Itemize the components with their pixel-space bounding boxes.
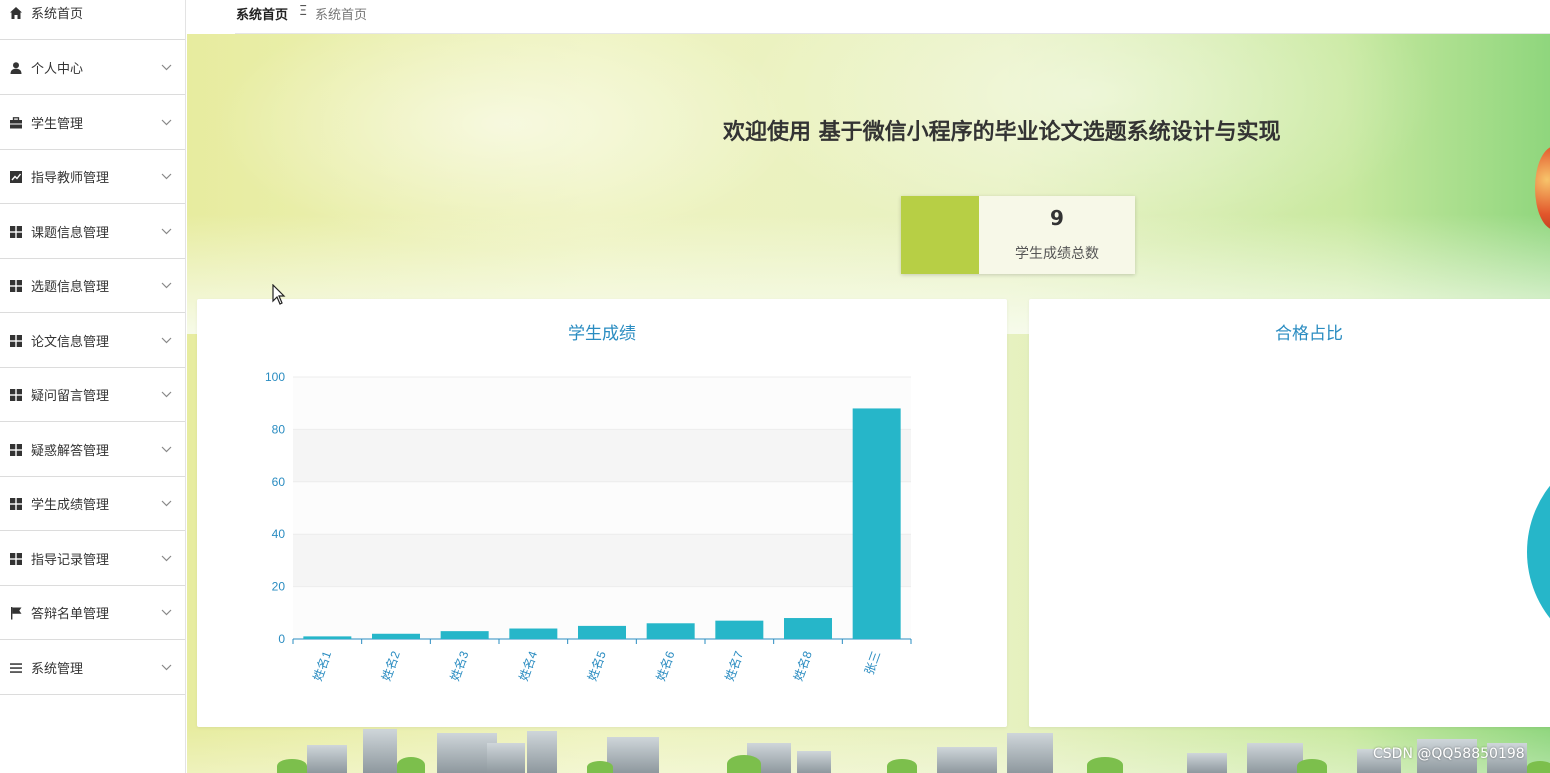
x-tick-label: 姓名7 bbox=[722, 649, 747, 683]
pie-chart-card: 合格占比 是 bbox=[1029, 299, 1550, 727]
x-tick-label: 姓名6 bbox=[653, 649, 678, 683]
sidebar: 系统首页个人中心学生管理指导教师管理 课题信息管理 选题信息管理 论文信息管理 疑问留言… bbox=[0, 0, 186, 773]
grid-band bbox=[293, 534, 911, 587]
sidebar-item-label: 学生成绩管理 bbox=[31, 498, 110, 513]
bar[interactable] bbox=[372, 633, 420, 639]
flag-icon bbox=[9, 606, 23, 620]
x-tick-label: 张三 bbox=[862, 649, 883, 676]
bar[interactable] bbox=[646, 623, 695, 639]
bar[interactable] bbox=[852, 408, 901, 639]
chevron-down-icon bbox=[160, 553, 172, 565]
sidebar-item-10[interactable]: 指导记录管理 bbox=[0, 532, 185, 586]
sidebar-item-7[interactable]: 疑问留言管理 bbox=[0, 368, 185, 422]
chevron-down-icon bbox=[160, 444, 172, 456]
sidebar-item-11[interactable]: 答辩名单管理 bbox=[0, 586, 185, 640]
bar[interactable] bbox=[784, 618, 832, 639]
grid-icon bbox=[9, 443, 23, 457]
stat-value: 9 bbox=[1050, 206, 1064, 230]
sidebar-item-label: 系统首页 bbox=[31, 7, 84, 22]
sidebar-item-label: 疑惑解答管理 bbox=[31, 444, 110, 459]
sidebar-item-0[interactable]: 系统首页 bbox=[0, 0, 185, 40]
y-tick-label: 20 bbox=[272, 580, 286, 594]
sidebar-item-2[interactable]: 学生管理 bbox=[0, 96, 185, 150]
y-tick-label: 80 bbox=[272, 422, 286, 436]
grid-icon bbox=[9, 279, 23, 293]
sidebar-item-12[interactable]: 系统管理 bbox=[0, 641, 185, 695]
menu-icon bbox=[9, 661, 23, 675]
bar-chart-card: 学生成绩 0 20 40 60 80 100 姓名1 姓名2 姓名3 姓名4 姓名5 姓名6 姓名7 姓名… bbox=[197, 299, 1007, 727]
grid-icon bbox=[9, 552, 23, 566]
bar[interactable] bbox=[440, 631, 489, 639]
grid-band bbox=[293, 481, 911, 535]
sidebar-item-1[interactable]: 个人中心 bbox=[0, 41, 185, 95]
city-skyline-image bbox=[187, 727, 1550, 773]
grid-icon bbox=[9, 334, 23, 348]
sidebar-item-6[interactable]: 论文信息管理 bbox=[0, 314, 185, 368]
chart-line-icon bbox=[9, 170, 23, 184]
chevron-down-icon bbox=[160, 498, 172, 510]
x-tick-label: 姓名8 bbox=[790, 649, 815, 683]
x-tick-label: 姓名2 bbox=[378, 649, 403, 683]
x-tick-label: 姓名3 bbox=[447, 649, 472, 683]
sidebar-item-3[interactable]: 指导教师管理 bbox=[0, 150, 185, 204]
sidebar-item-label: 疑问留言管理 bbox=[31, 389, 110, 404]
sidebar-item-5[interactable]: 选题信息管理 bbox=[0, 259, 185, 313]
sidebar-item-label: 系统管理 bbox=[31, 662, 84, 677]
pie-chart: 是 bbox=[1527, 445, 1550, 659]
y-tick-label: 40 bbox=[272, 527, 286, 541]
chevron-down-icon bbox=[160, 62, 172, 74]
bar[interactable] bbox=[509, 628, 558, 639]
chevron-down-icon bbox=[160, 171, 172, 183]
x-tick-label: 姓名1 bbox=[310, 649, 335, 683]
home-icon bbox=[9, 6, 23, 20]
y-tick-label: 100 bbox=[265, 370, 285, 384]
bar-chart: 0 20 40 60 80 100 姓名1 姓名2 姓名3 姓名4 姓名5 姓名6 姓名7 姓名8 张三 bbox=[265, 370, 912, 683]
pie-slice[interactable] bbox=[1527, 445, 1550, 659]
sidebar-item-label: 答辩名单管理 bbox=[31, 607, 110, 622]
briefcase-icon bbox=[9, 116, 23, 130]
sidebar-item-9[interactable]: 学生成绩管理 bbox=[0, 477, 185, 531]
chevron-down-icon bbox=[160, 607, 172, 619]
grid-icon bbox=[9, 225, 23, 239]
stat-color-block bbox=[901, 196, 979, 274]
mouse-cursor-icon bbox=[272, 284, 286, 305]
bar[interactable] bbox=[303, 636, 352, 639]
welcome-title: 欢迎使用 基于微信小程序的毕业论文选题系统设计与实现 bbox=[723, 120, 1281, 145]
chevron-down-icon bbox=[160, 389, 172, 401]
watermark: CSDN @QQ58850198 bbox=[1373, 746, 1525, 762]
x-tick-label: 姓名5 bbox=[584, 649, 609, 683]
grid-band bbox=[293, 429, 911, 482]
chevron-down-icon bbox=[160, 662, 172, 674]
chevron-down-icon bbox=[160, 280, 172, 292]
bar[interactable] bbox=[578, 625, 626, 639]
sidebar-item-label: 选题信息管理 bbox=[31, 280, 110, 295]
chevron-down-icon bbox=[160, 335, 172, 347]
sidebar-item-4[interactable]: 课题信息管理 bbox=[0, 205, 185, 259]
sidebar-item-label: 课题信息管理 bbox=[31, 226, 110, 241]
y-tick-label: 0 bbox=[278, 632, 285, 646]
grid-icon bbox=[9, 388, 23, 402]
bar[interactable] bbox=[715, 620, 764, 639]
sidebar-item-label: 指导教师管理 bbox=[31, 171, 110, 186]
sidebar-item-label: 学生管理 bbox=[31, 117, 84, 132]
chevron-down-icon bbox=[160, 117, 172, 129]
grid-band bbox=[293, 377, 911, 430]
grid-icon bbox=[9, 497, 23, 511]
breadcrumb-current[interactable]: 系统首页 bbox=[236, 4, 288, 23]
sidebar-item-label: 论文信息管理 bbox=[31, 335, 110, 350]
stat-card: 9 学生成绩总数 bbox=[901, 196, 1135, 274]
x-tick-label: 姓名4 bbox=[516, 649, 541, 683]
breadcrumb-separator: Ξ bbox=[299, 4, 308, 19]
sidebar-item-label: 个人中心 bbox=[31, 62, 84, 77]
sidebar-item-label: 指导记录管理 bbox=[31, 553, 110, 568]
topbar: 系统首页 Ξ 系统首页 bbox=[187, 0, 1550, 34]
user-icon bbox=[9, 61, 23, 75]
breadcrumb-page: 系统首页 bbox=[315, 8, 368, 23]
sidebar-item-8[interactable]: 疑惑解答管理 bbox=[0, 423, 185, 477]
main-area: 系统首页 Ξ 系统首页 欢迎使用 基于微信小程序的毕业论文选题系统设计与实现 9… bbox=[187, 0, 1550, 773]
y-tick-label: 60 bbox=[272, 475, 286, 489]
stat-label: 学生成绩总数 bbox=[1015, 246, 1099, 262]
chevron-down-icon bbox=[160, 226, 172, 238]
